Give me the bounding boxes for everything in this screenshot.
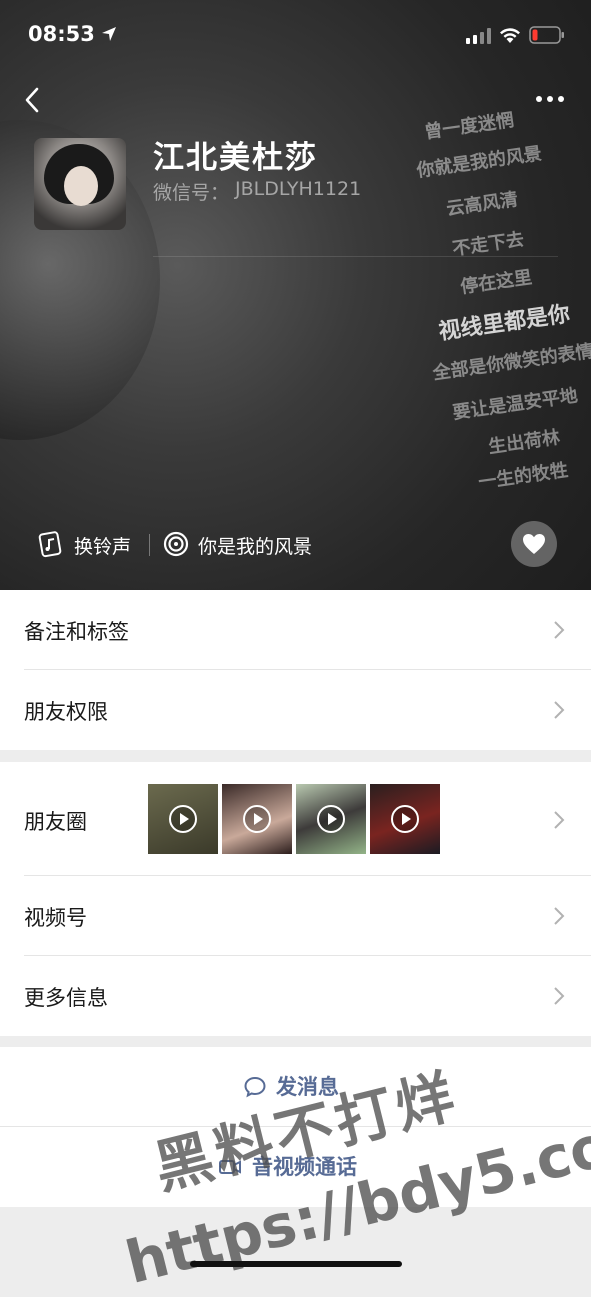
send-message-label: 发消息 [276,1075,339,1099]
menu-item-channels[interactable]: 视频号 [0,876,591,956]
lyric-line: 一生的牧牲 [477,459,570,494]
lyric-line: 停在这里 [459,267,534,298]
menu-item-label: 更多信息 [24,986,108,1010]
menu-item-label: 朋友圈 [24,810,87,834]
menu-item-moments[interactable]: 朋友圈 [0,762,591,876]
ringtone-card-icon[interactable] [38,530,64,558]
lyric-line: 云高风清 [445,189,520,220]
lyric-line: 视线里都是你 [437,301,572,346]
lyric-line: 要让是温安平地 [451,385,580,424]
lyric-line: 生出荷林 [487,427,562,458]
menu-group-info: 朋友圈 视频号 更多信息 [0,762,591,1036]
play-icon [169,805,197,833]
avatar[interactable] [34,138,126,230]
menu-item-more-info[interactable]: 更多信息 [0,956,591,1036]
back-arrow-icon[interactable] [22,86,42,114]
menu-item-label: 朋友权限 [24,700,108,724]
video-camera-icon [219,1160,241,1174]
send-message-button[interactable]: 发消息 [0,1047,591,1127]
chevron-right-icon [554,621,565,639]
video-call-label: 音视频通话 [252,1155,357,1179]
status-bar: 08:53 [0,0,591,70]
lyric-line: 全部是你微笑的表情 [431,340,591,385]
moments-thumbnail[interactable] [222,784,292,854]
play-icon [391,805,419,833]
change-ringtone-button[interactable]: 换铃声 [74,532,131,559]
moments-thumbnail[interactable] [148,784,218,854]
play-icon [317,805,345,833]
wechat-id-value: JBLDLYH1121 [235,178,362,200]
header-divider [153,256,558,257]
chevron-right-icon [554,907,565,925]
chevron-right-icon [554,811,565,829]
chat-bubble-icon [244,1076,266,1098]
moments-thumbnail[interactable] [370,784,440,854]
lyric-line: 你就是我的风景 [415,143,544,182]
menu-group-remarks: 备注和标签 朋友权限 [0,590,591,750]
menu-item-label: 视频号 [24,906,87,930]
video-call-button[interactable]: 音视频通话 [0,1127,591,1207]
profile-header: 曾一度迷惘 你就是我的风景 云高风清 不走下去 停在这里 视线里都是你 全部是你… [0,0,591,590]
play-icon [243,805,271,833]
cellular-signal-icon [466,28,491,44]
home-indicator[interactable] [190,1261,402,1267]
wifi-icon [500,28,520,43]
status-time: 08:53 [28,22,95,46]
lyric-line: 曾一度迷惘 [423,109,516,144]
menu-item-friend-permissions[interactable]: 朋友权限 [0,670,591,750]
ringtone-separator [149,534,150,556]
action-group: 发消息 音视频通话 [0,1047,591,1207]
profile-name: 江北美杜莎 [153,140,318,176]
battery-icon [529,26,564,44]
menu-item-remarks-tags[interactable]: 备注和标签 [0,590,591,670]
ringtone-song-title[interactable]: 你是我的风景 [198,532,312,559]
moments-thumbnail[interactable] [296,784,366,854]
wechat-id-label: 微信号： [153,182,230,204]
more-options-icon[interactable] [534,94,566,104]
music-disc-icon [163,531,189,557]
chevron-right-icon [554,701,565,719]
like-button[interactable] [511,521,557,567]
heart-icon [523,534,545,554]
menu-item-label: 备注和标签 [24,620,129,644]
location-arrow-icon [102,27,116,41]
chevron-right-icon [554,987,565,1005]
